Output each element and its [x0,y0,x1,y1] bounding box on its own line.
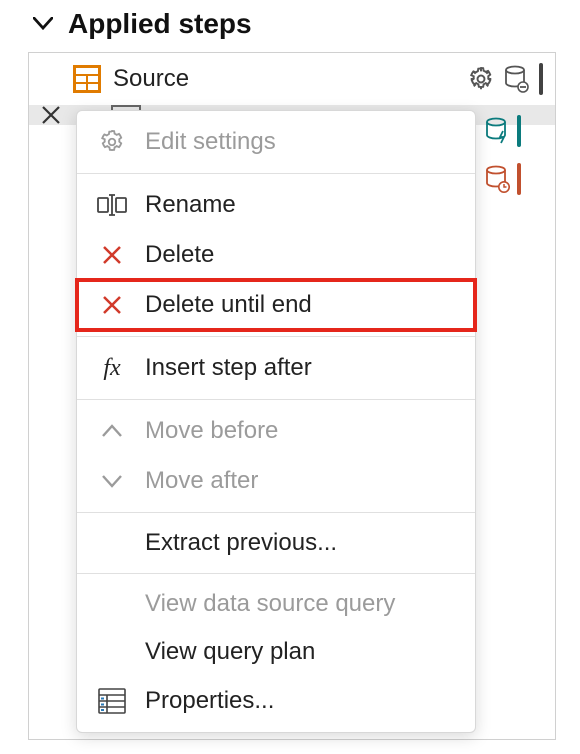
status-indicator [517,163,521,195]
menu-divider [77,573,475,574]
delete-step-icon[interactable] [37,101,65,129]
menu-divider [77,173,475,174]
delete-icon [97,290,127,320]
step-label: Source [113,65,455,93]
menu-rename[interactable]: Rename [77,180,475,230]
menu-item-label: Rename [145,191,236,219]
step-actions [467,63,543,95]
menu-edit-settings: Edit settings [77,117,475,167]
menu-item-label: Delete until end [145,291,312,319]
menu-item-label: Insert step after [145,354,312,382]
context-menu: Edit settings Rename Delete Delete until… [76,110,476,733]
menu-item-label: Move before [145,417,278,445]
menu-item-label: Delete [145,241,214,269]
menu-view-query-plan[interactable]: View query plan [77,628,475,676]
right-status-column [484,107,521,203]
rename-icon [97,190,127,220]
menu-delete-until-end[interactable]: Delete until end [77,280,475,330]
delete-icon [97,240,127,270]
panel-title: Applied steps [68,8,252,40]
chevron-down-icon [97,466,127,496]
step-row-source[interactable]: Source [29,53,555,105]
menu-item-label: Properties... [145,687,274,715]
menu-delete[interactable]: Delete [77,230,475,280]
menu-item-label: View query plan [145,638,315,666]
chevron-up-icon [97,416,127,446]
menu-move-before: Move before [77,406,475,456]
menu-divider [77,399,475,400]
gear-icon[interactable] [467,65,495,93]
menu-properties[interactable]: Properties... [77,676,475,726]
menu-divider [77,512,475,513]
menu-item-label: Move after [145,467,258,495]
fx-icon: fx [97,353,127,383]
menu-item-label: Extract previous... [145,529,337,557]
gear-icon [97,127,127,157]
menu-insert-step-after[interactable]: fx Insert step after [77,343,475,393]
menu-view-data-source-query: View data source query [77,580,475,628]
menu-item-label: Edit settings [145,128,276,156]
database-time-icon[interactable] [484,165,512,193]
properties-icon [97,686,127,716]
menu-move-after: Move after [77,456,475,506]
panel-header[interactable]: Applied steps [0,0,580,52]
chevron-down-icon [28,9,58,39]
status-indicator [539,63,543,95]
database-remove-icon[interactable] [503,65,531,93]
status-indicator [517,115,521,147]
menu-divider [77,336,475,337]
database-native-icon[interactable] [484,117,512,145]
table-icon [73,65,101,93]
menu-extract-previous[interactable]: Extract previous... [77,519,475,567]
menu-item-label: View data source query [145,590,395,618]
